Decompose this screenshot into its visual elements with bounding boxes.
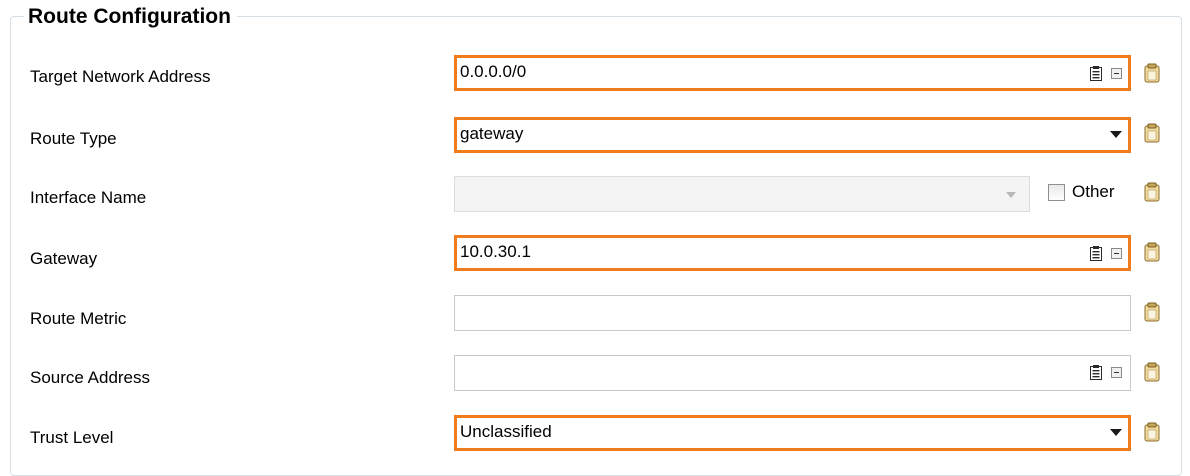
source-address-input[interactable]: [454, 355, 1131, 391]
interface-name-select: [454, 176, 1030, 212]
route-metric-label: Route Metric: [30, 309, 127, 328]
address-book-icon[interactable]: [1090, 245, 1102, 261]
minus-box-icon[interactable]: [1111, 67, 1122, 79]
clipboard-icon[interactable]: [1144, 63, 1160, 83]
target-network-address-value: 0.0.0.0/0: [460, 62, 527, 81]
trust-level-select[interactable]: Unclassified: [454, 415, 1131, 451]
interface-name-label: Interface Name: [30, 188, 147, 207]
minus-box-icon[interactable]: [1111, 247, 1122, 259]
target-network-address-label: Target Network Address: [30, 67, 211, 86]
address-book-icon[interactable]: [1090, 65, 1102, 81]
route-type-select[interactable]: gateway: [454, 117, 1131, 153]
chevron-down-icon[interactable]: [1110, 429, 1122, 436]
minus-box-icon[interactable]: [1111, 366, 1122, 378]
other-checkbox[interactable]: [1048, 184, 1065, 201]
address-book-icon[interactable]: [1090, 364, 1102, 380]
source-address-label: Source Address: [30, 368, 151, 387]
clipboard-icon[interactable]: [1144, 242, 1160, 262]
clipboard-icon[interactable]: [1144, 182, 1160, 202]
group-title: Route Configuration: [24, 4, 237, 30]
clipboard-icon[interactable]: [1144, 302, 1160, 322]
trust-level-value: Unclassified: [460, 422, 552, 441]
trust-level-label: Trust Level: [30, 428, 114, 447]
route-type-label: Route Type: [30, 129, 117, 148]
clipboard-icon[interactable]: [1144, 362, 1160, 382]
gateway-value: 10.0.30.1: [460, 242, 531, 261]
gateway-label: Gateway: [30, 249, 98, 268]
chevron-down-icon[interactable]: [1110, 131, 1122, 138]
target-network-address-input[interactable]: 0.0.0.0/0: [454, 55, 1131, 91]
chevron-down-icon: [1006, 192, 1016, 198]
clipboard-icon[interactable]: [1144, 422, 1160, 442]
route-type-value: gateway: [460, 124, 524, 143]
clipboard-icon[interactable]: [1144, 123, 1160, 143]
gateway-input[interactable]: 10.0.30.1: [454, 235, 1131, 271]
other-checkbox-label[interactable]: Other: [1072, 180, 1115, 204]
route-metric-input[interactable]: [454, 295, 1131, 331]
